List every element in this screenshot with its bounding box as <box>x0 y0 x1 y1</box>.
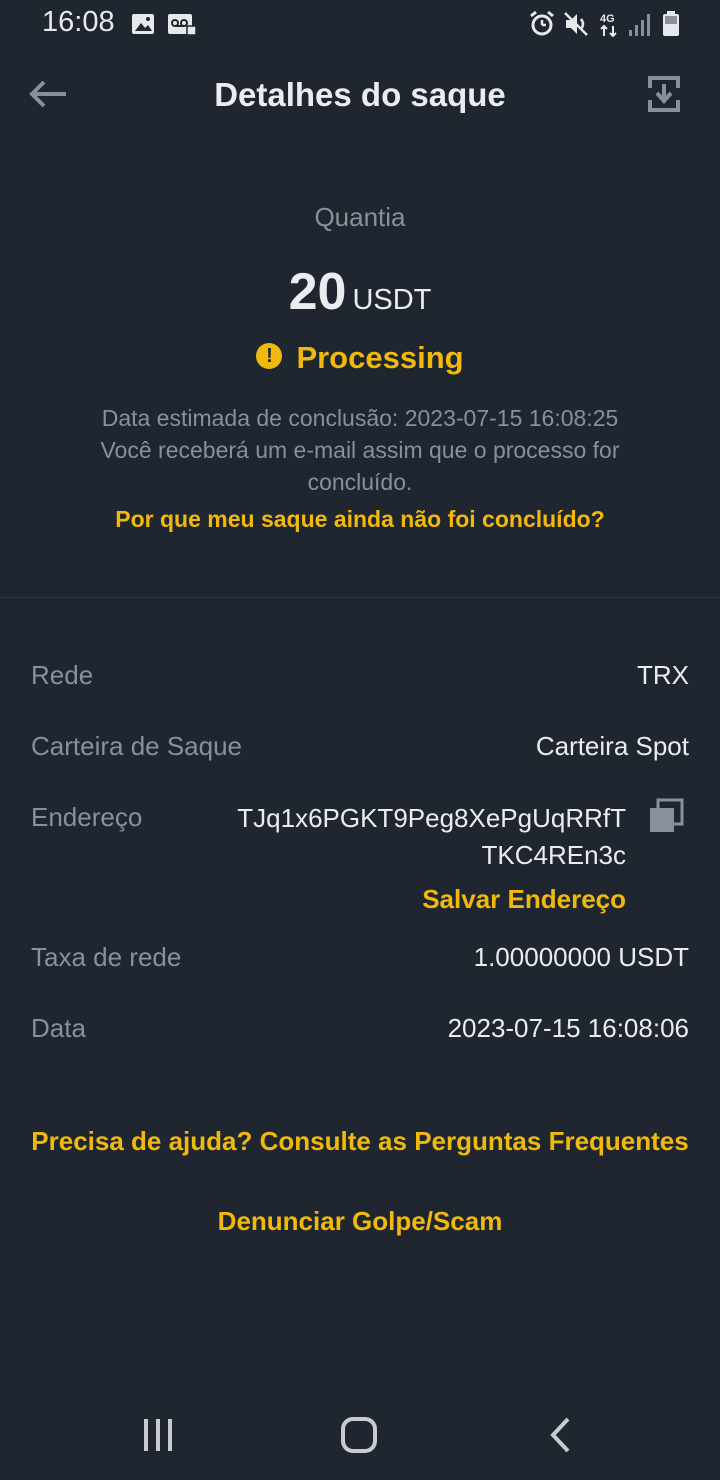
address-line-2: TKC4REn3c <box>481 840 627 870</box>
why-not-completed-link[interactable]: Por que meu saque ainda não foi concluíd… <box>0 506 720 533</box>
system-nav-bar <box>0 1390 720 1480</box>
download-export-icon[interactable] <box>640 70 688 118</box>
date-label: Data <box>31 1013 86 1043</box>
wallet-label: Carteira de Saque <box>31 731 243 761</box>
save-address-link[interactable]: Salvar Endereço <box>422 884 626 915</box>
copy-icon[interactable] <box>648 798 684 834</box>
status-row: ! Processing <box>0 340 720 376</box>
alarm-icon <box>530 10 554 36</box>
amount-value: 20 <box>288 263 347 321</box>
email-notice-text: Você receberá um e-mail assim que o proc… <box>100 437 620 495</box>
divider <box>0 597 720 598</box>
page-title: Detalhes do saque <box>214 76 506 113</box>
gallery-notification-icon <box>132 14 154 34</box>
status-text: Processing <box>296 340 464 375</box>
recent-apps-icon[interactable] <box>133 1410 183 1460</box>
amount-label: Quantia <box>314 202 406 232</box>
network-value: TRX <box>637 660 689 690</box>
battery-icon <box>663 11 679 36</box>
svg-text:4G: 4G <box>600 13 615 25</box>
estimated-date-text: Data estimada de conclusão: 2023-07-15 1… <box>101 405 619 431</box>
network-label: Rede <box>31 660 94 690</box>
signal-icon <box>629 14 650 36</box>
warning-icon: ! <box>256 343 283 369</box>
vibrate-mute-icon <box>564 12 588 36</box>
back-nav-icon[interactable] <box>536 1410 586 1460</box>
faq-help-link[interactable]: Precisa de ajuda? Consulte as Perguntas … <box>0 1126 720 1157</box>
status-time: 16:08 <box>42 6 115 38</box>
network-4g-icon: 4G <box>600 13 617 38</box>
status-bar: 16:08 4G <box>0 0 720 50</box>
address-value: TJq1x6PGKT9Peg8XePgUqRRfT TKC4REn3c <box>206 800 626 874</box>
amount-display: 20 USDT <box>0 262 720 322</box>
address-line-1: TJq1x6PGKT9Peg8XePgUqRRfT <box>237 803 626 833</box>
date-value: 2023-07-15 16:08:06 <box>447 1013 689 1043</box>
home-icon[interactable] <box>334 1410 384 1460</box>
voicemail-notification-icon <box>168 14 197 36</box>
address-label: Endereço <box>31 802 143 832</box>
amount-unit: USDT <box>352 284 432 316</box>
withdrawal-details-screen: 16:08 4G Detalhes do saque Quantia 20 US… <box>0 0 720 1480</box>
estimated-completion-note: Data estimada de conclusão: 2023-07-15 1… <box>60 402 660 498</box>
report-scam-link[interactable]: Denunciar Golpe/Scam <box>0 1206 720 1237</box>
fee-label: Taxa de rede <box>31 942 182 972</box>
wallet-value: Carteira Spot <box>535 731 689 761</box>
fee-value: 1.00000000 USDT <box>473 942 689 972</box>
app-bar: Detalhes do saque <box>0 56 720 136</box>
